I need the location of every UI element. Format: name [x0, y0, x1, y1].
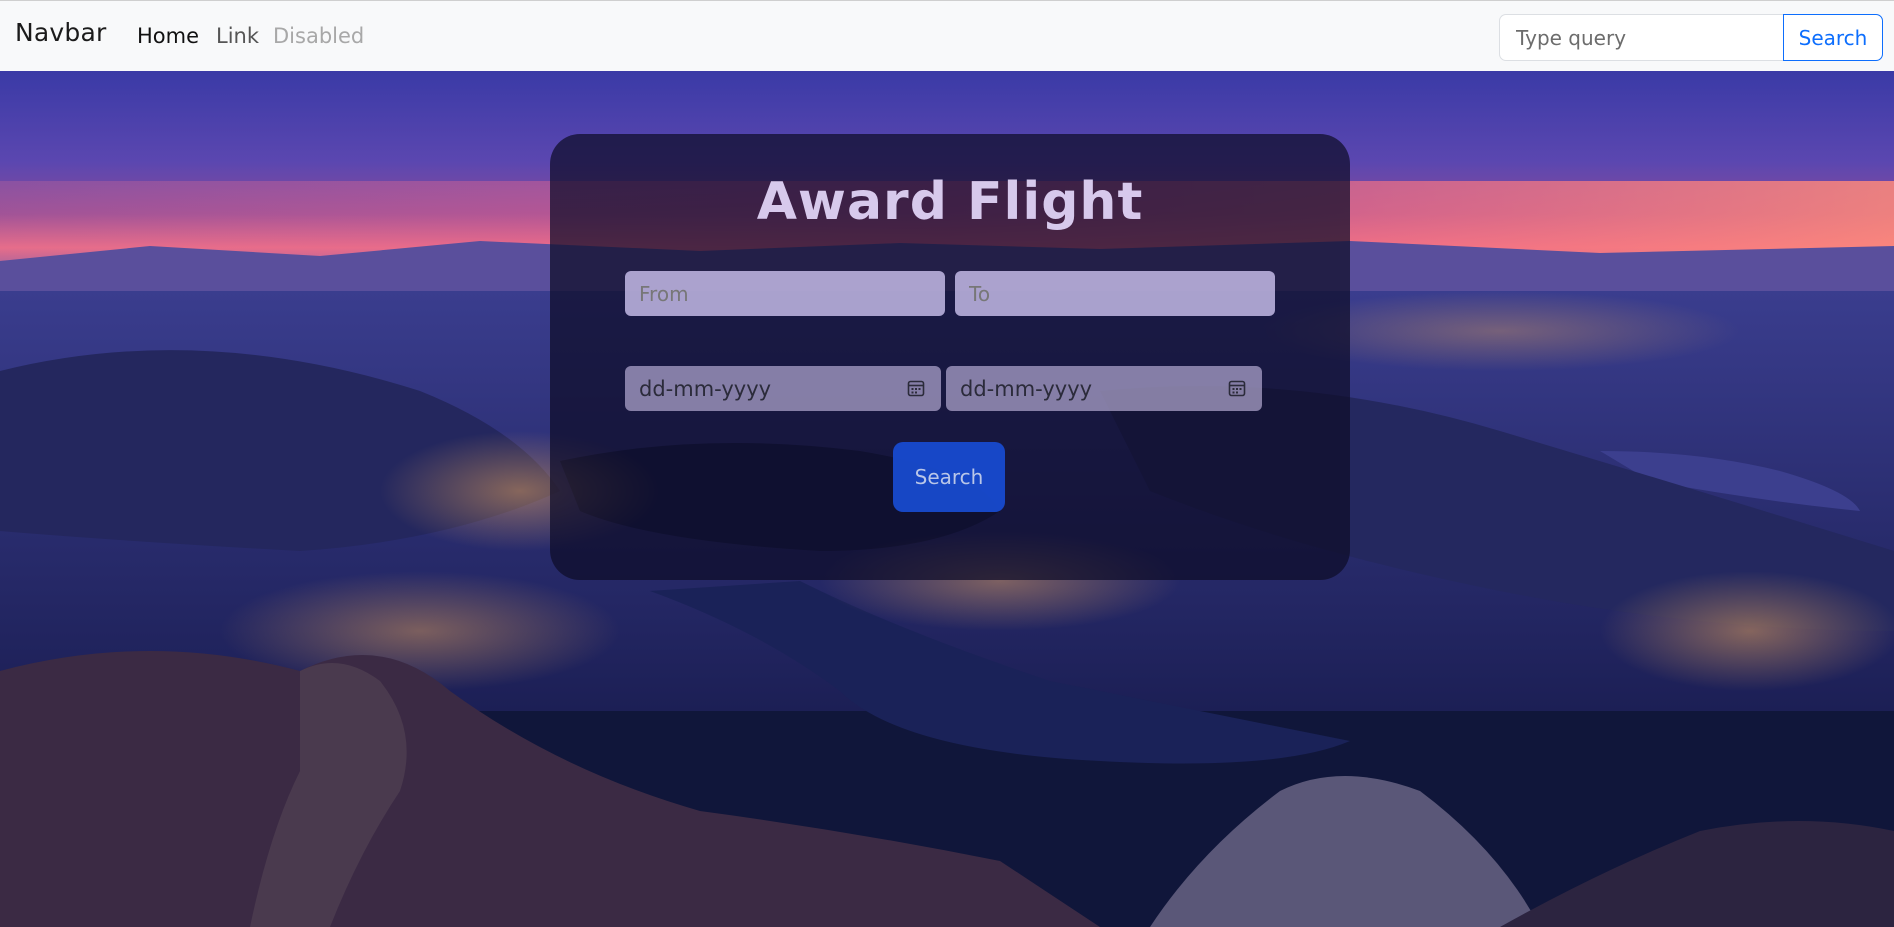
form-title: Award Flight	[756, 172, 1144, 232]
from-input[interactable]	[625, 271, 945, 316]
nav-link-disabled: Disabled	[273, 24, 365, 48]
calendar-icon[interactable]	[1228, 379, 1246, 397]
search-flights-button[interactable]: Search	[893, 442, 1005, 512]
nav-link-home[interactable]: Home	[137, 24, 199, 48]
navbar-search-button[interactable]: Search	[1783, 14, 1883, 61]
return-date-input[interactable]: dd-mm-yyyy	[946, 366, 1262, 411]
date-placeholder: dd-mm-yyyy	[960, 376, 1093, 401]
top-navbar: Navbar Home Link Disabled Search	[0, 0, 1894, 71]
date-placeholder: dd-mm-yyyy	[639, 376, 772, 401]
award-flight-card: Award Flight dd-mm-yyyy dd-mm-yyyy Searc…	[550, 134, 1350, 580]
to-input[interactable]	[955, 271, 1275, 316]
navbar-search-input[interactable]	[1499, 14, 1783, 61]
calendar-icon[interactable]	[907, 379, 925, 397]
nav-link-link[interactable]: Link	[216, 24, 259, 48]
navbar-brand[interactable]: Navbar	[15, 18, 106, 47]
departure-date-input[interactable]: dd-mm-yyyy	[625, 366, 941, 411]
